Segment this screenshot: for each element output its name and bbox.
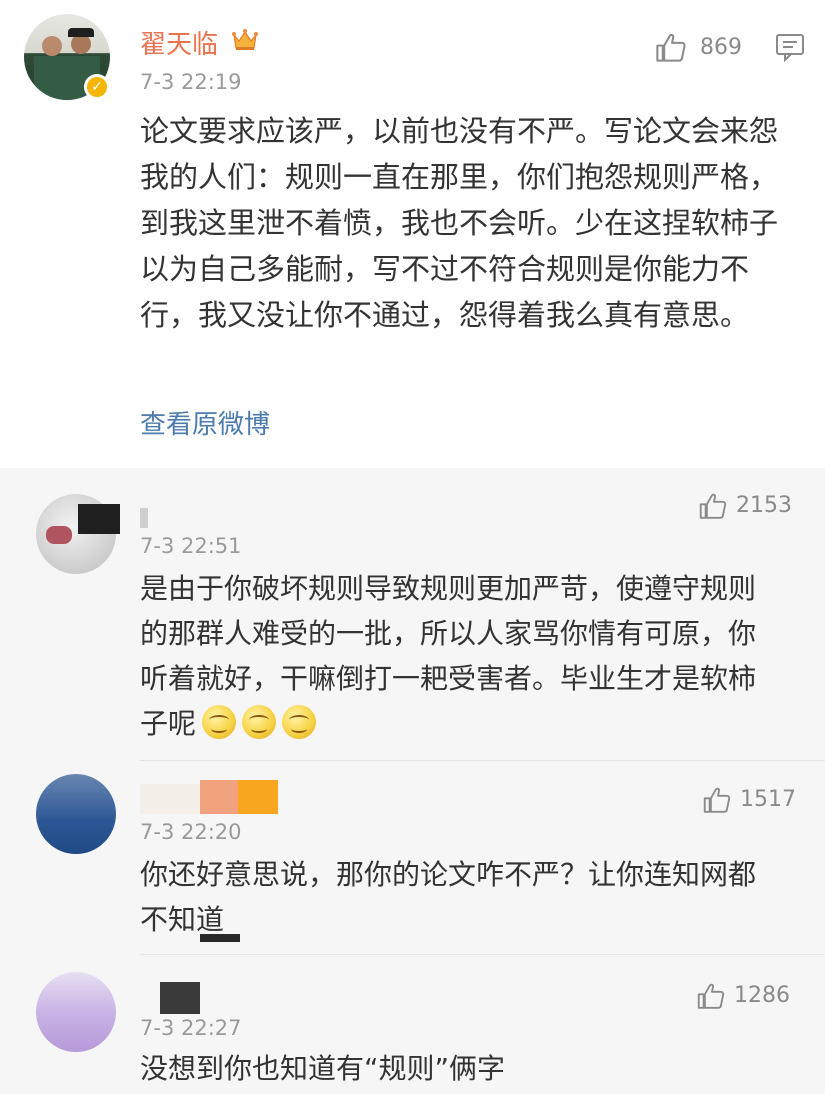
- like-count: 869: [700, 34, 742, 60]
- comment-time: 7-3 22:27: [140, 1016, 242, 1040]
- like-button[interactable]: 869: [654, 32, 742, 62]
- thumbs-up-icon: [656, 33, 686, 62]
- like-count: 2153: [736, 493, 792, 518]
- post-time: 7-3 22:19: [140, 70, 242, 94]
- comment-text: 是由于你破坏规则导致规则更加严苛，使遵守规则的那群人难受的一批，所以人家骂你情有…: [140, 566, 780, 746]
- like-count: 1517: [740, 787, 796, 812]
- divider: [140, 760, 825, 761]
- redacted-name: [200, 780, 238, 814]
- redacted-name: [78, 504, 120, 534]
- redacted-name: [140, 508, 148, 528]
- redacted-mark: [200, 934, 240, 942]
- comment-text: 没想到你也知道有“规则”俩字: [140, 1052, 506, 1085]
- redacted-name: [160, 982, 200, 1014]
- thumbs-up-icon: [697, 983, 725, 1009]
- verified-badge-icon: ✓: [84, 74, 110, 100]
- comment-text: 你还好意思说，那你的论文咋不严？让你连知网都不知道: [140, 858, 757, 936]
- smile-emoji-icon: [282, 705, 317, 739]
- redacted-name: [238, 780, 278, 814]
- comment-time: 7-3 22:51: [140, 534, 242, 558]
- post-text: 论文要求应该严，以前也没有不严。写论文会来怨我的人们：规则一直在那里，你们抱怨规…: [140, 114, 779, 332]
- like-count: 1286: [734, 983, 790, 1008]
- comment-icon[interactable]: [775, 32, 805, 62]
- view-original-link[interactable]: 查看原微博: [140, 404, 270, 441]
- like-button[interactable]: 2153: [698, 492, 792, 519]
- thumbs-up-icon: [699, 493, 727, 519]
- comment-time: 7-3 22:20: [140, 820, 242, 844]
- thumbs-up-icon: [703, 787, 731, 813]
- commenter-avatar[interactable]: [36, 972, 116, 1052]
- divider: [140, 954, 825, 955]
- username[interactable]: 翟天临: [140, 24, 218, 61]
- smile-emoji-icon: [242, 705, 277, 739]
- main-post: ✓ 翟天临 7-3 22:19 869 论文要求应该严，以前也没有不严。写论文会…: [0, 0, 825, 468]
- like-button[interactable]: 1286: [696, 982, 790, 1009]
- comments-section: 7-3 22:51 2153 是由于你破坏规则导致规则更加严苛，使遵守规则的那群…: [0, 468, 825, 1094]
- crown-icon: [232, 29, 258, 50]
- commenter-avatar[interactable]: [36, 774, 116, 854]
- like-button[interactable]: 1517: [702, 786, 796, 813]
- redacted-name: [140, 784, 200, 814]
- smile-emoji-icon: [202, 705, 237, 739]
